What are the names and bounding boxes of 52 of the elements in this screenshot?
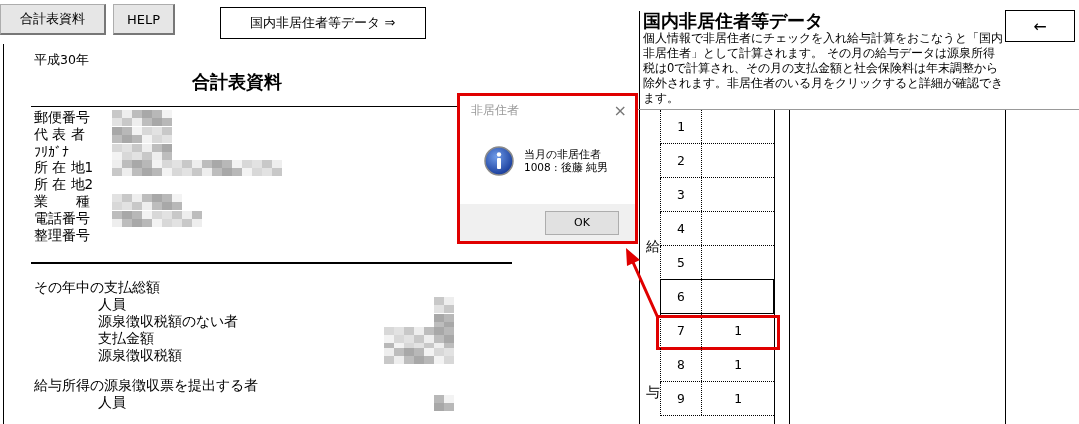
month-cell: 4 [661,212,702,245]
section-title: 国内非居住者等データ [643,11,824,31]
field-label: 所 在 地1 [34,159,95,177]
count-cell-text: 1 [733,356,743,374]
back-button[interactable]: ← [1005,10,1075,42]
info-icon [484,146,514,176]
item-label: 人員 [98,295,127,314]
section-heading: その年中の支払総額 [34,279,161,296]
side-label: 給 [645,238,660,254]
month-row[interactable]: 7 1 [660,314,774,348]
field-label: ﾌﾘｶﾞﾅ [34,143,70,160]
item-label: 人員 [98,393,127,412]
close-button[interactable]: × [613,100,627,120]
sheet-title: 合計表資料 [192,69,283,94]
dialog-message: 当月の非居住者 [524,148,602,161]
month-cell: 7 [661,314,702,347]
dialog-message: 1008 : 後藤 純男 [524,161,609,174]
dialog-title: 非居住者 [471,101,519,119]
field-label: 代 表 者 [34,125,86,144]
toolbar-button[interactable]: 合計表資料 [0,4,106,35]
month-row[interactable]: 8 1 [660,348,774,382]
item-label: 支払金額 [98,329,155,348]
field-label: 整理番号 [34,226,91,245]
month-cell: 1 [661,110,702,143]
side-label: 与 [645,384,660,400]
month-cell: 9 [661,382,702,415]
month-row[interactable]: 6 [660,280,774,314]
count-cell-text: 1 [733,322,743,340]
month-row[interactable]: 4 [660,212,774,246]
section-heading: 給与所得の源泉徴収票を提出する者 [34,377,259,394]
nonresident-data-button[interactable]: 国内非居住者等データ ⇒ [220,7,426,39]
field-label: 所 在 地2 [34,176,95,194]
month-cell: 2 [661,144,702,177]
count-cell-text: 1 [733,390,743,408]
month-row[interactable]: 9 1 [660,382,774,416]
month-row[interactable]: 5 [660,246,774,280]
month-cell: 3 [661,178,702,211]
month-row[interactable]: 2 [660,144,774,178]
month-cell: 8 [661,348,702,381]
item-label: 源泉徴収税額 [98,346,183,365]
month-row[interactable]: 3 [660,178,774,212]
field-label: 電話番号 [34,209,91,228]
month-row[interactable]: 1 [660,110,774,144]
item-label: 源泉徴収税額のない者 [98,312,239,331]
year-label: 平成30年 [34,51,90,69]
toolbar-button[interactable]: HELP [113,4,175,35]
description-text: 個人情報で非居住者にチェックを入れ給与計算をおこなうと「国内非居住者」として計算されます。 その月の給与データは源泉所得税は0で計算され、その月の支払金額と社会保険料は年末調整から除外されます。非居住者のいる月をクリックすると詳細が確認できます。 [643,31,1004,106]
field-label: 業 種 [34,193,91,211]
month-cell: 5 [661,246,702,279]
ok-button[interactable]: OK [545,210,619,235]
month-cell: 6 [661,280,702,313]
field-label: 郵便番号 [34,109,91,127]
